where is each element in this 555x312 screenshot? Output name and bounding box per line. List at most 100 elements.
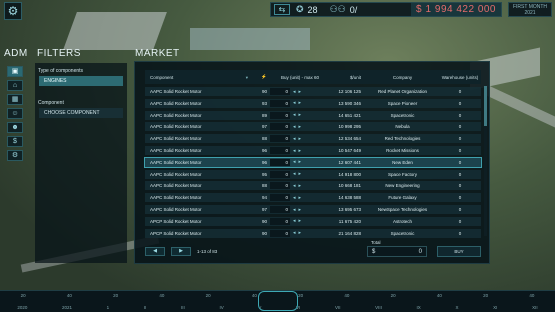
timeline-month[interactable]: 1: [107, 305, 110, 310]
header-component[interactable]: Component ▾: [145, 75, 250, 80]
scrollbar[interactable]: [484, 86, 487, 236]
buy-quantity-input[interactable]: 0: [270, 158, 290, 166]
increase-icon[interactable]: ▸: [299, 148, 302, 154]
timeline-month[interactable]: X: [455, 305, 458, 310]
decrease-icon[interactable]: ◂: [293, 230, 296, 236]
decrease-icon[interactable]: ◂: [293, 112, 296, 118]
people-icon[interactable]: ☺: [7, 108, 23, 119]
table-row[interactable]: AAPC Solid Rocket Motor 96 0 ◂ ▸ 10 547 649 Ro…: [145, 146, 481, 155]
increase-icon[interactable]: ▸: [299, 218, 302, 224]
buy-quantity-input[interactable]: 0: [270, 182, 290, 190]
view-mode-button[interactable]: ⇆: [274, 4, 290, 15]
people-alt-icon[interactable]: ☻: [7, 122, 23, 133]
buy-quantity-input[interactable]: 0: [270, 111, 290, 119]
row-component: AAPC Solid Rocket Motor: [150, 159, 202, 165]
timeline-month[interactable]: 2020: [17, 305, 27, 310]
increase-icon[interactable]: ▸: [299, 112, 302, 118]
reputation-counter: ✪ 28: [290, 4, 324, 15]
settings-gear-icon[interactable]: ⚙: [4, 2, 22, 20]
timeline-month[interactable]: 2021: [62, 305, 72, 310]
buy-quantity-input[interactable]: 0: [270, 229, 290, 237]
decrease-icon[interactable]: ◂: [293, 136, 296, 142]
table-row[interactable]: APCP Solid Rocket Motor 90 0 ◂ ▸ 11 675 420 As…: [145, 216, 481, 226]
sort-icon[interactable]: ▾: [246, 75, 248, 81]
increase-icon[interactable]: ▸: [299, 195, 302, 201]
table-row[interactable]: AAPC Solid Rocket Motor 93 0 ◂ ▸ 13 590 346 Sp…: [145, 98, 481, 108]
timeline-month[interactable]: IX: [417, 305, 421, 310]
date-year: 2021: [524, 10, 536, 16]
row-warehouse: 0: [458, 171, 462, 177]
dollar-icon[interactable]: $: [7, 136, 23, 147]
factory-icon[interactable]: ⌂: [7, 80, 23, 91]
row-rating: 90: [261, 89, 267, 94]
timeline-month[interactable]: II: [144, 305, 147, 310]
decrease-icon[interactable]: ◂: [293, 159, 296, 165]
table-row[interactable]: AAPC Solid Rocket Motor 97 0 ◂ ▸ 10 998 295 Ne…: [145, 122, 481, 132]
increase-icon[interactable]: ▸: [299, 124, 302, 130]
header-warehouse[interactable]: Warehouse (units): [440, 75, 480, 80]
increase-icon[interactable]: ▸: [299, 230, 302, 236]
table-row[interactable]: AAPC Solid Rocket Motor 94 0 ◂ ▸ 14 638 588 Fu…: [145, 193, 481, 203]
increase-icon[interactable]: ▸: [299, 100, 302, 106]
table-row[interactable]: AAPC Solid Rocket Motor 97 0 ◂ ▸ 13 695 673 Ne…: [145, 205, 481, 214]
timeline-bar[interactable]: 20 40 20 40 20 40 20 40 20 40 20 40 2020 2021 1 II III I…: [0, 290, 555, 312]
increase-icon[interactable]: ▸: [299, 159, 302, 165]
building-icon[interactable]: ▣: [7, 66, 23, 77]
buy-quantity-input[interactable]: 0: [270, 194, 290, 202]
buy-button[interactable]: BUY: [437, 246, 481, 257]
total-label: Total: [371, 240, 381, 245]
row-rating: 88: [261, 183, 267, 189]
decrease-icon[interactable]: ◂: [293, 171, 296, 177]
increase-icon[interactable]: ▸: [299, 171, 302, 177]
increase-icon[interactable]: ▸: [299, 89, 302, 95]
table-row[interactable]: AAPC Solid Rocket Motor 88 0 ◂ ▸ 10 668 181 Ne…: [145, 181, 481, 191]
people-icon: ⚇⚇: [329, 4, 346, 14]
decrease-icon[interactable]: ◂: [293, 195, 296, 201]
prev-page-button[interactable]: ◀: [145, 247, 165, 256]
buy-quantity-input[interactable]: 0: [270, 170, 290, 178]
increase-icon[interactable]: ▸: [299, 207, 302, 213]
increase-icon[interactable]: ▸: [299, 183, 302, 189]
decrease-icon[interactable]: ◂: [293, 124, 296, 130]
scrollbar-thumb[interactable]: [484, 86, 487, 126]
star-icon: ✪: [296, 4, 304, 14]
table-row[interactable]: AAPC Solid Rocket Motor 90 0 ◂ ▸ 12 106 125 Re…: [145, 87, 481, 96]
buy-quantity-input[interactable]: 0: [270, 88, 290, 95]
table-row[interactable]: AAPC Solid Rocket Motor 95 0 ◂ ▸ 14 918 800 Sp…: [145, 169, 481, 179]
buy-quantity-input[interactable]: 0: [270, 135, 290, 143]
next-page-button[interactable]: ▶: [171, 247, 191, 256]
timeline-month[interactable]: VII: [335, 305, 341, 310]
header-unit[interactable]: $/unit: [330, 75, 365, 80]
timeline-month[interactable]: XI: [493, 305, 497, 310]
timeline-month[interactable]: VIII: [375, 305, 382, 310]
timeline-cursor[interactable]: [258, 291, 298, 311]
type-select[interactable]: ENGINES: [39, 76, 123, 86]
component-select[interactable]: CHOOSE COMPONENT: [39, 108, 123, 118]
row-rating: 95: [261, 171, 267, 177]
increase-icon[interactable]: ▸: [299, 136, 302, 142]
decrease-icon[interactable]: ◂: [293, 207, 296, 213]
buy-quantity-input[interactable]: 0: [270, 123, 290, 131]
decrease-icon[interactable]: ◂: [293, 100, 296, 106]
decrease-icon[interactable]: ◂: [293, 183, 296, 189]
timeline-tick: 40: [66, 293, 72, 298]
decrease-icon[interactable]: ◂: [293, 218, 296, 224]
buy-quantity-input[interactable]: 0: [270, 206, 290, 213]
timeline-month[interactable]: IV: [219, 305, 223, 310]
grid-icon[interactable]: ▦: [7, 94, 23, 105]
decrease-icon[interactable]: ◂: [293, 148, 296, 154]
buy-quantity-input[interactable]: 0: [270, 99, 290, 107]
decrease-icon[interactable]: ◂: [293, 89, 296, 95]
table-row[interactable]: AAPC Solid Rocket Motor 89 0 ◂ ▸ 14 651 421 Sp…: [145, 110, 481, 120]
buy-quantity-input[interactable]: 0: [270, 217, 290, 225]
row-company: Red Planet Organization: [377, 89, 428, 94]
table-row[interactable]: AAPC Solid Rocket Motor 88 0 ◂ ▸ 12 534 654 Re…: [145, 134, 481, 144]
header-company[interactable]: Company: [365, 75, 440, 80]
gear-icon[interactable]: ⚙: [7, 150, 23, 161]
table-row[interactable]: APCP Solid Rocket Motor 90 0 ◂ ▸ 21 164 828 Sp…: [145, 228, 481, 238]
timeline-tick: 40: [436, 293, 442, 298]
timeline-month[interactable]: III: [181, 305, 185, 310]
buy-quantity-input[interactable]: 0: [270, 147, 290, 154]
table-row[interactable]: AAPC Solid Rocket Motor 96 0 ◂ ▸ 12 607 441 Ne…: [144, 156, 482, 168]
timeline-month[interactable]: XII: [532, 305, 538, 310]
